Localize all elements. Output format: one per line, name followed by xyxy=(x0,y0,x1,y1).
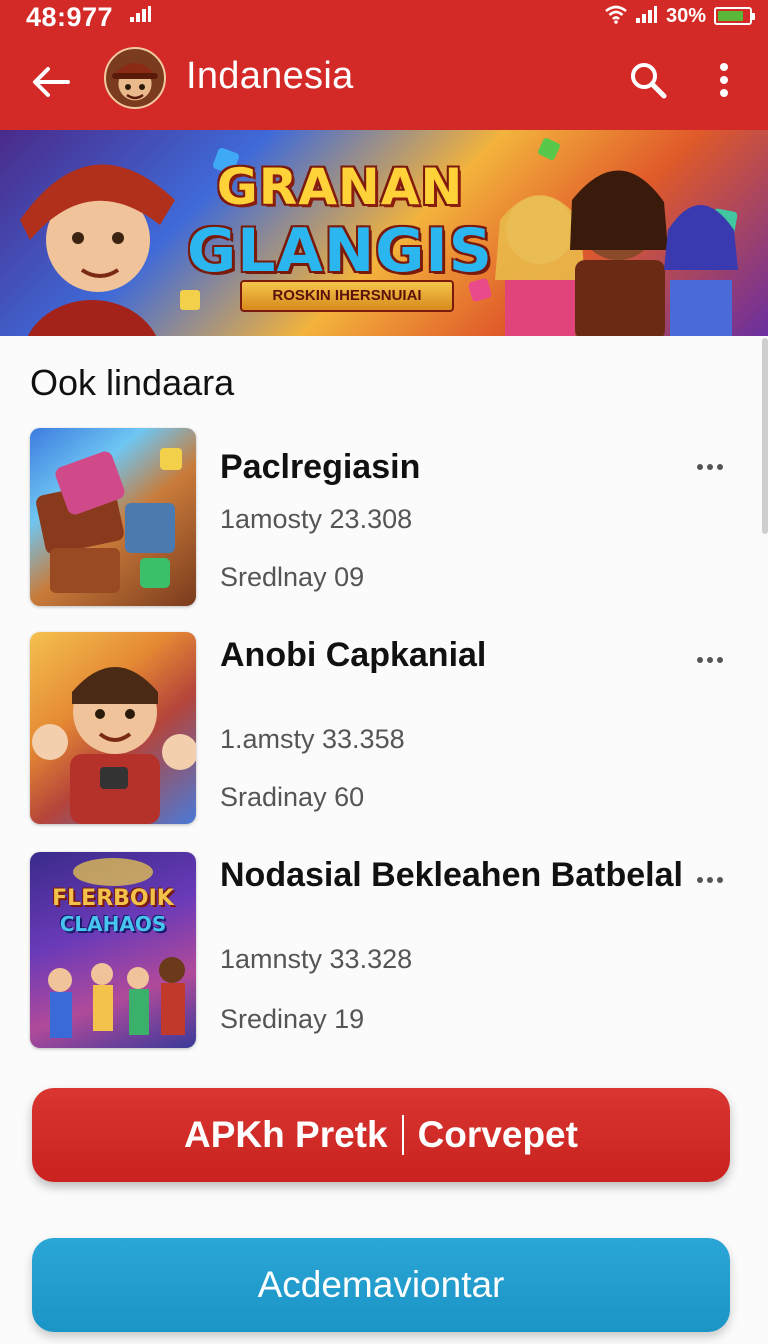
game-thumbnail xyxy=(30,428,196,606)
banner-ribbon: ROSKIN IHERSNUIAI xyxy=(240,280,454,312)
page-title: Indanesia xyxy=(186,55,354,97)
battery-level xyxy=(718,11,743,21)
primary-button-label-right: Corvepet xyxy=(417,1114,578,1155)
search-icon xyxy=(631,63,667,99)
list-item[interactable]: FLERBOIK CLAHAOS Nodasial Bekleahen Batb… xyxy=(0,844,762,1048)
thumbnail-title-line1: FLERBOIK xyxy=(52,886,174,911)
overflow-menu-button[interactable] xyxy=(702,56,746,104)
status-bar: 48:977 30% xyxy=(0,0,768,36)
more-horiz-icon xyxy=(697,877,723,883)
button-divider xyxy=(401,1115,404,1155)
status-time: 48:977 xyxy=(26,2,114,32)
apk-download-button[interactable]: APKh Pretk Corvepet xyxy=(32,1088,730,1182)
signal-icon xyxy=(635,5,658,28)
section-title: Ook lindaara xyxy=(30,362,235,403)
back-button[interactable] xyxy=(28,59,74,105)
more-horiz-button[interactable] xyxy=(690,868,730,892)
list-item[interactable]: Anobi Capkanial 1.amsty 33.358 Sradinay … xyxy=(0,624,762,824)
status-icons: 30% xyxy=(604,3,755,29)
more-vert-icon xyxy=(720,63,728,97)
game-meta-secondary: Sradinay 60 xyxy=(220,782,365,812)
primary-button-label-left: APKh Pretk xyxy=(184,1114,388,1155)
game-thumbnail xyxy=(30,632,196,824)
more-horiz-icon xyxy=(697,657,723,663)
game-meta-secondary: Sredlnay 09 xyxy=(220,562,365,592)
app-bar: Indanesia xyxy=(0,36,768,130)
game-title: Anobi Capkanial xyxy=(220,636,487,674)
game-meta-primary: 1amosty 23.308 xyxy=(220,504,413,534)
game-meta-primary: 1.amsty 33.358 xyxy=(220,724,405,754)
search-button[interactable] xyxy=(624,56,672,104)
battery-icon xyxy=(714,7,755,25)
secondary-action-button[interactable]: Acdemaviontar xyxy=(32,1238,730,1332)
app-avatar xyxy=(104,47,166,109)
wifi-icon xyxy=(604,4,628,29)
game-thumbnail: FLERBOIK CLAHAOS xyxy=(30,852,196,1048)
banner-title-line1: GRANAN xyxy=(216,158,464,216)
more-horiz-button[interactable] xyxy=(690,455,730,479)
secondary-button-label: Acdemaviontar xyxy=(257,1264,505,1305)
game-title: Paclregiasin xyxy=(220,448,421,486)
list-item[interactable]: Paclregiasin 1amosty 23.308 Sredlnay 09 xyxy=(0,420,762,620)
game-meta-secondary: Sredinay 19 xyxy=(220,1004,365,1034)
game-title: Nodasial Bekleahen Batbelal xyxy=(220,856,683,894)
banner-title-line2: GLANGIS xyxy=(187,216,493,286)
battery-percent: 30% xyxy=(665,4,706,27)
promo-banner[interactable]: GRANAN GLANGIS ROSKIN IHERSNUIAI xyxy=(0,130,768,336)
scrollbar[interactable] xyxy=(762,338,768,534)
thumbnail-title-line2: CLAHAOS xyxy=(59,912,167,936)
more-horiz-button[interactable] xyxy=(690,648,730,672)
signal-icon xyxy=(130,6,152,27)
game-meta-primary: 1amnsty 33.328 xyxy=(220,944,413,974)
back-arrow-icon xyxy=(33,67,70,97)
more-horiz-icon xyxy=(697,464,723,470)
